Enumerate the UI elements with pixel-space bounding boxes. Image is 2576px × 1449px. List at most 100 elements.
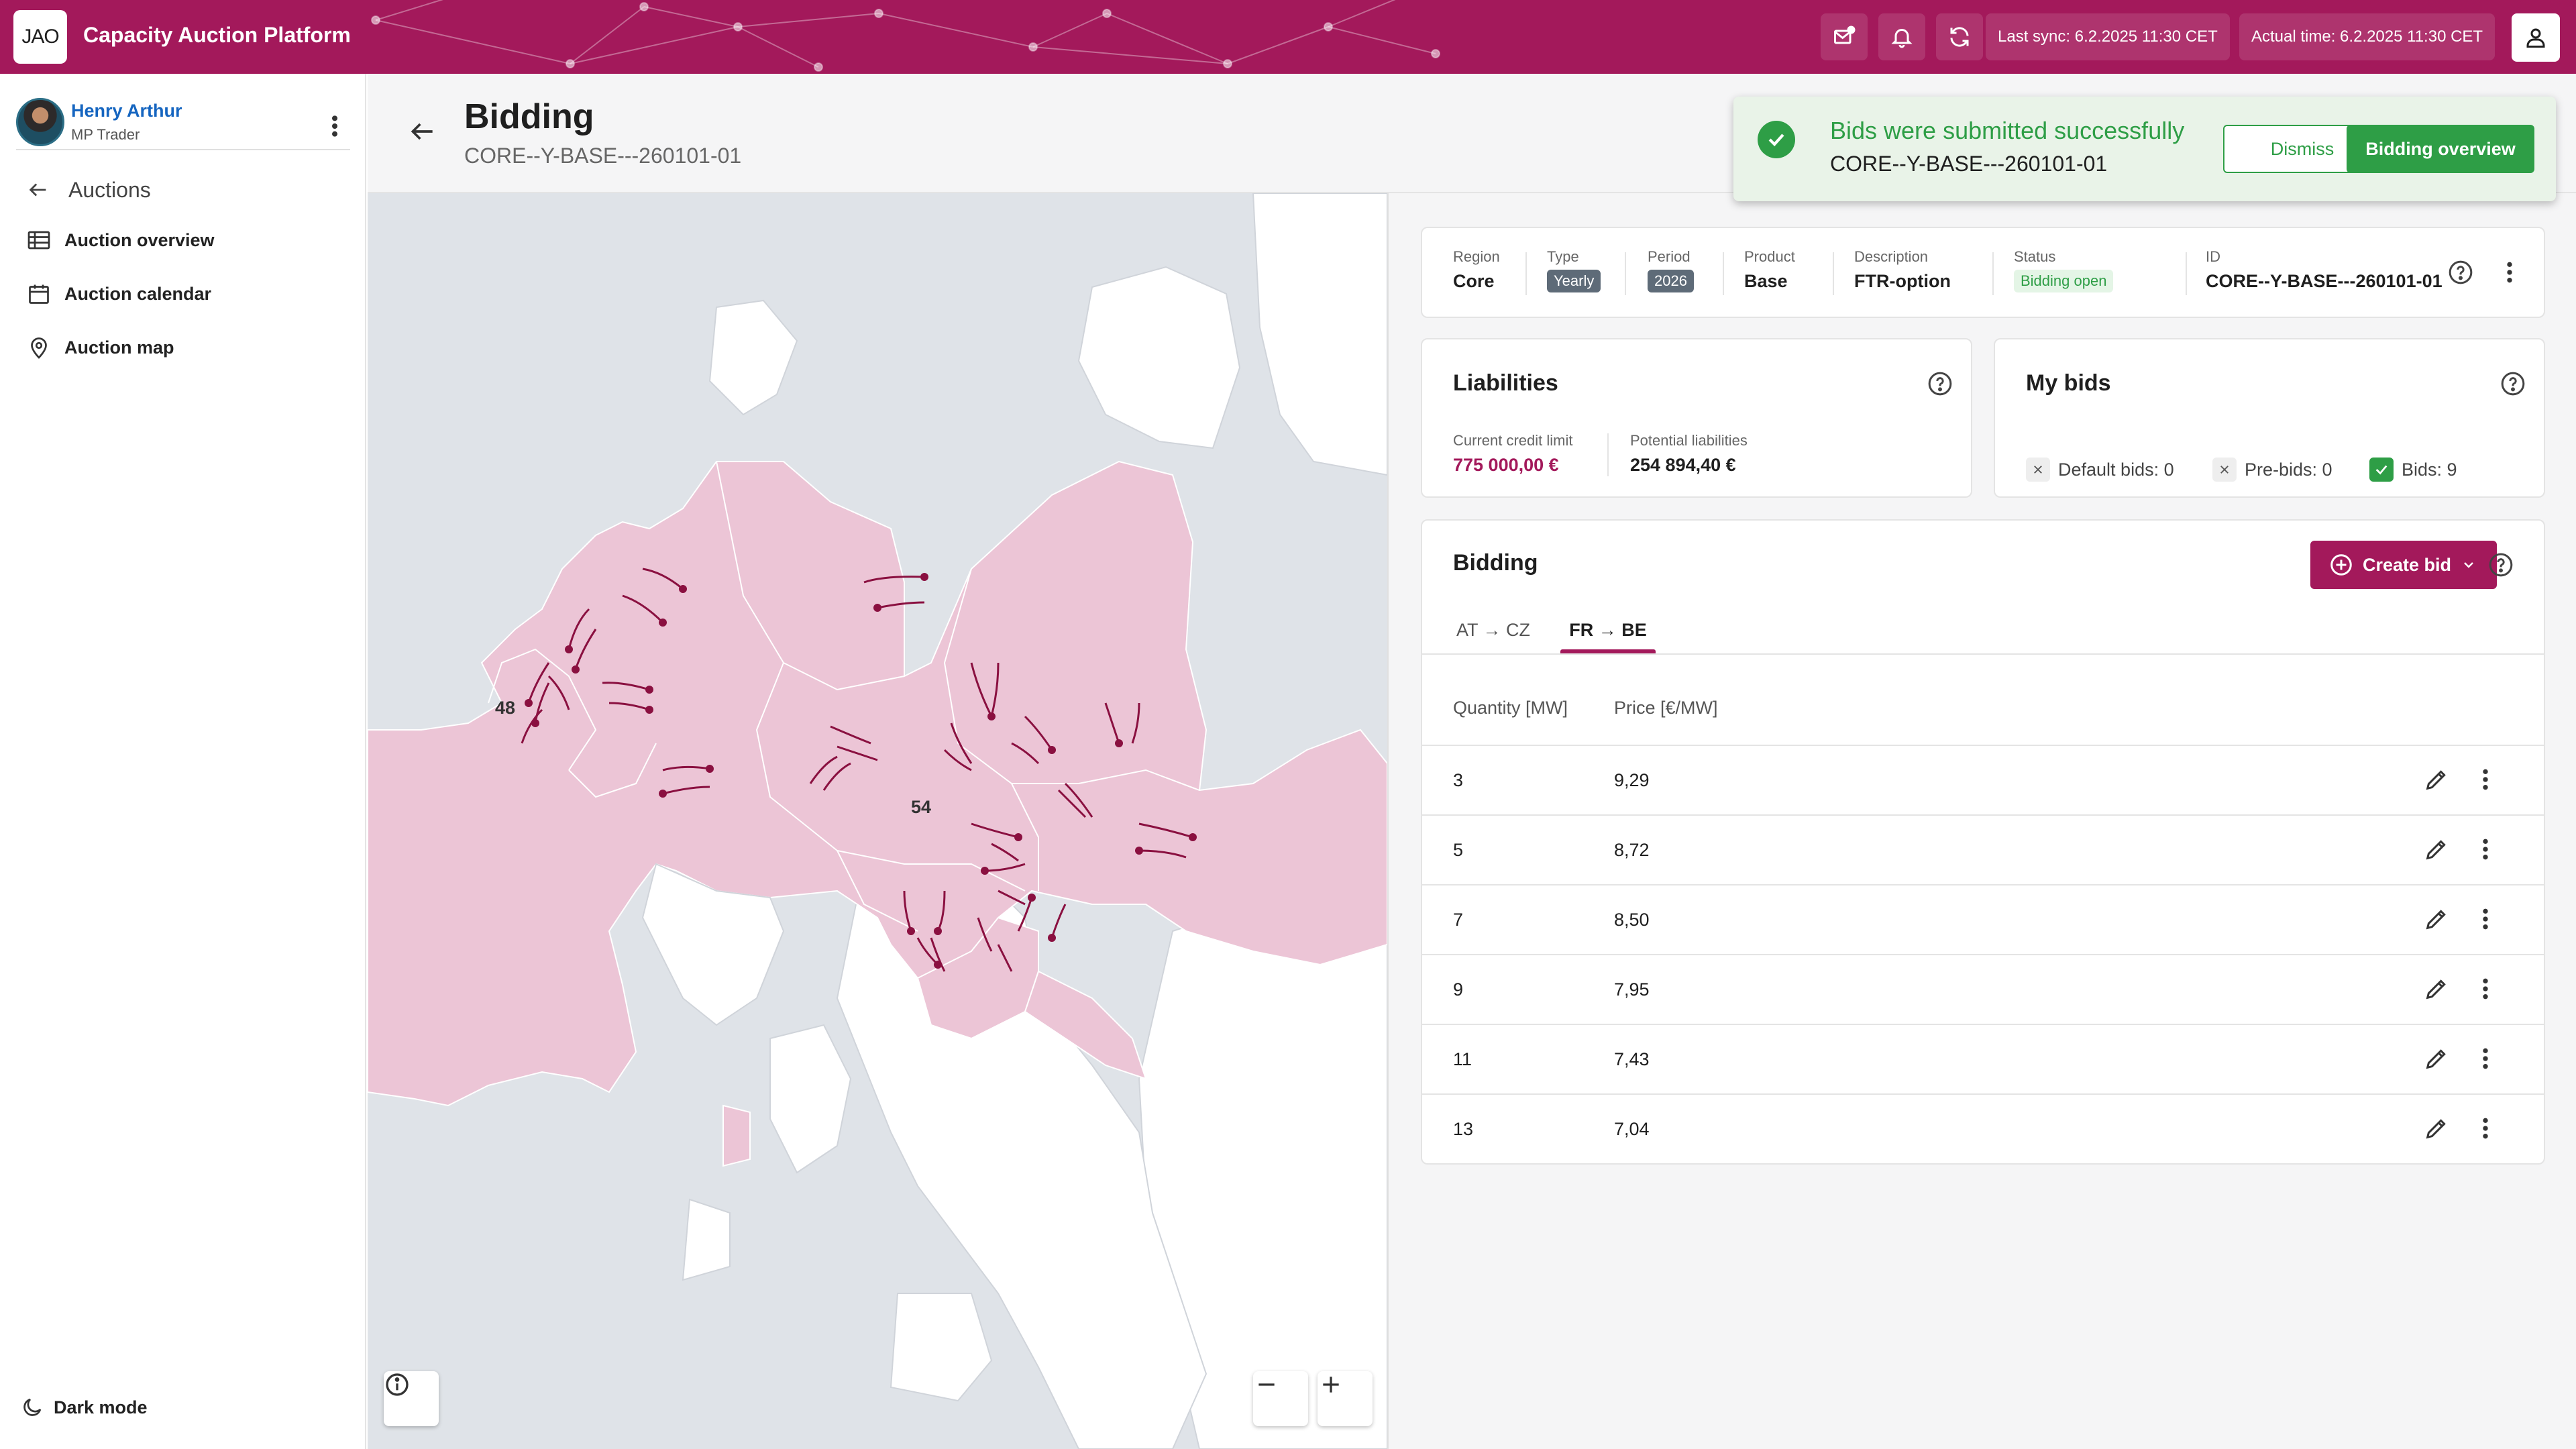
plus-icon xyxy=(1323,1377,1339,1393)
edit-icon[interactable] xyxy=(2423,1115,2450,1142)
edit-icon[interactable] xyxy=(2423,836,2450,863)
messages-button[interactable] xyxy=(1821,13,1868,60)
default-bids-label: Default bids: 0 xyxy=(2058,459,2174,480)
create-bid-label: Create bid xyxy=(2363,554,2452,575)
map-label-48: 48 xyxy=(495,698,516,718)
zoom-out-button[interactable] xyxy=(1253,1371,1308,1426)
bell-icon xyxy=(1891,29,1913,48)
edit-icon[interactable] xyxy=(2423,975,2450,1002)
sidebar-item-auction-calendar[interactable]: Auction calendar xyxy=(27,275,211,313)
edit-icon[interactable] xyxy=(2423,906,2450,932)
quantity-cell: 13 xyxy=(1453,1119,1474,1139)
more-vertical-icon[interactable] xyxy=(325,113,345,140)
my-bids-title: My bids xyxy=(2026,370,2111,396)
potential-liabilities-label: Potential liabilities xyxy=(1630,432,1748,449)
tab-fr-be[interactable]: FR → BE xyxy=(1560,606,1656,653)
my-bids-card: My bids Default bids: 0 Pre-bids: 0 Bids… xyxy=(1994,338,2545,498)
price-cell: 8,50 xyxy=(1614,910,1650,930)
chevron-down-icon xyxy=(2464,562,2473,568)
notifications-button[interactable] xyxy=(1878,13,1925,60)
more-vertical-icon[interactable] xyxy=(2475,906,2496,932)
price-cell: 7,04 xyxy=(1614,1119,1650,1139)
auction-info-card: Region Core Type Yearly Period 2026 Prod… xyxy=(1421,227,2545,318)
user-name[interactable]: Henry Arthur xyxy=(71,101,182,121)
minus-icon xyxy=(1258,1383,1275,1386)
sidebar-item-auction-map[interactable]: Auction map xyxy=(27,329,174,366)
more-vertical-icon[interactable] xyxy=(2475,836,2496,863)
bidding-overview-button[interactable]: Bidding overview xyxy=(2347,125,2534,173)
divider xyxy=(1607,433,1609,476)
table-row[interactable]: 9 7,95 xyxy=(1422,955,2544,1025)
quantity-cell: 3 xyxy=(1453,770,1464,790)
status-badge: Bidding open xyxy=(2014,270,2114,292)
page-title: Bidding xyxy=(464,97,594,136)
zoom-in-button[interactable] xyxy=(1318,1371,1373,1426)
close-icon xyxy=(2212,458,2237,482)
price-cell: 7,43 xyxy=(1614,1049,1650,1069)
period-chip: 2026 xyxy=(1648,270,1694,292)
divider xyxy=(1723,252,1724,295)
toast-subtitle: CORE--Y-BASE---260101-01 xyxy=(1830,152,2108,176)
create-bid-button[interactable]: Create bid xyxy=(2310,541,2497,589)
info-product: Product Base xyxy=(1744,248,1795,292)
dark-mode-label: Dark mode xyxy=(54,1397,148,1417)
edit-icon[interactable] xyxy=(2423,1045,2450,1072)
tab-at-cz[interactable]: AT → CZ xyxy=(1453,606,1534,653)
map-label-54: 54 xyxy=(911,797,932,817)
sidebar-item-auction-overview[interactable]: Auction overview xyxy=(27,221,215,259)
sidebar-item-label: Auction map xyxy=(64,337,174,358)
quantity-cell: 9 xyxy=(1453,979,1464,1000)
help-icon[interactable] xyxy=(2447,259,2474,286)
user-icon xyxy=(2526,28,2545,48)
help-icon[interactable] xyxy=(1927,370,1953,397)
back-arrow-icon[interactable] xyxy=(408,117,437,146)
avatar[interactable] xyxy=(16,98,64,146)
user-menu-button[interactable] xyxy=(2512,13,2560,62)
table-row[interactable]: 11 7,43 xyxy=(1422,1025,2544,1095)
more-vertical-icon[interactable] xyxy=(2500,259,2520,286)
dark-mode-toggle[interactable]: Dark mode xyxy=(20,1395,148,1419)
divider xyxy=(2186,252,2187,295)
table-row[interactable]: 7 8,50 xyxy=(1422,885,2544,955)
more-vertical-icon[interactable] xyxy=(2475,975,2496,1002)
network-pattern xyxy=(371,0,1440,72)
more-vertical-icon[interactable] xyxy=(2475,1115,2496,1142)
sidebar: Henry Arthur MP Trader Auctions Auction … xyxy=(0,74,366,1449)
price-cell: 8,72 xyxy=(1614,840,1650,860)
info-label: Region xyxy=(1453,248,1500,265)
info-period: Period 2026 xyxy=(1648,248,1694,292)
column-header-price[interactable]: Price [€/MW] xyxy=(1614,698,1718,718)
price-cell: 7,95 xyxy=(1614,979,1650,1000)
map-info-button[interactable] xyxy=(384,1371,439,1426)
help-icon[interactable] xyxy=(2487,551,2514,578)
back-to-auctions[interactable]: Auctions xyxy=(27,173,151,207)
column-header-quantity[interactable]: Quantity [MW] xyxy=(1453,698,1568,718)
jao-logo[interactable]: JAO xyxy=(13,10,67,64)
table-row[interactable]: 5 8,72 xyxy=(1422,816,2544,885)
edit-icon[interactable] xyxy=(2423,766,2450,793)
table-row[interactable]: 3 9,29 xyxy=(1422,746,2544,816)
sidebar-item-label: Auction calendar xyxy=(64,283,212,304)
check-circle-icon xyxy=(1758,121,1795,158)
sync-button[interactable] xyxy=(1936,13,1983,60)
info-value: CORE--Y-BASE---260101-01 xyxy=(2206,271,2443,291)
bids-status: Bids: 9 xyxy=(2369,458,2457,482)
bids-label: Bids: 9 xyxy=(2402,459,2457,480)
price-cell: 9,29 xyxy=(1614,770,1650,790)
user-profile: Henry Arthur MP Trader xyxy=(16,93,352,146)
plus-circle-icon xyxy=(2330,554,2352,576)
more-vertical-icon[interactable] xyxy=(2475,766,2496,793)
bidding-title: Bidding xyxy=(1453,550,1538,576)
user-role: MP Trader xyxy=(71,126,140,143)
help-icon[interactable] xyxy=(2500,370,2526,397)
page-subtitle: CORE--Y-BASE---260101-01 xyxy=(464,144,742,168)
top-bar: JAO Capacity Auction Platform Last sync:… xyxy=(0,0,2576,74)
close-icon xyxy=(2026,458,2050,482)
auction-map[interactable]: 48 54 xyxy=(368,193,1387,1449)
table-icon xyxy=(28,231,50,250)
default-bids-status: Default bids: 0 xyxy=(2026,458,2174,482)
success-toast: Bids were submitted successfully CORE--Y… xyxy=(1733,97,2556,201)
table-row[interactable]: 13 7,04 xyxy=(1422,1095,2544,1165)
more-vertical-icon[interactable] xyxy=(2475,1045,2496,1072)
divider xyxy=(1525,252,1527,295)
